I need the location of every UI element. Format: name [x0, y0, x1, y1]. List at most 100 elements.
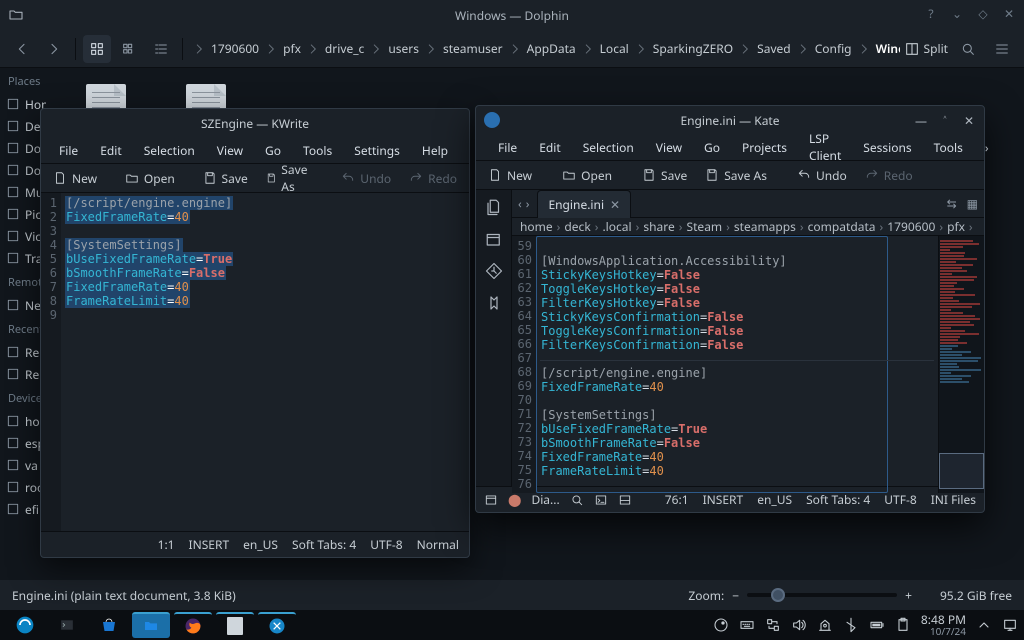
search-button[interactable]: [954, 35, 982, 63]
new-button[interactable]: New: [45, 166, 105, 190]
code-area[interactable]: [WindowsApplication.Accessibility]Sticky…: [536, 236, 888, 493]
dolphin-titlebar[interactable]: Windows — Dolphin ? ⌄ ◇ ✕: [0, 0, 1024, 30]
menu-item[interactable]: File: [488, 135, 527, 160]
crumb[interactable]: pfx: [947, 218, 965, 235]
menu-item[interactable]: Selection: [573, 135, 644, 160]
terminal-icon[interactable]: [594, 493, 608, 507]
menu-overflow-icon[interactable]: ›: [975, 135, 999, 160]
kwrite-menubar[interactable]: FileEditSelectionViewGoToolsSettingsHelp: [41, 137, 469, 163]
menu-button[interactable]: [988, 35, 1016, 63]
battery-icon[interactable]: [869, 617, 885, 633]
help-icon[interactable]: ?: [922, 5, 940, 22]
save-button[interactable]: Save: [195, 166, 256, 190]
kwrite-editor[interactable]: 123456789 [/script/engine.engine]FixedFr…: [41, 193, 469, 531]
redo-button[interactable]: Redo: [401, 166, 465, 190]
maximize-icon[interactable]: ◇: [974, 5, 992, 22]
kate-window[interactable]: Engine.ini — Kate — ˄ ✕ FileEditSelectio…: [475, 105, 985, 513]
output-icon[interactable]: [484, 493, 498, 507]
menu-item[interactable]: Help: [412, 138, 458, 163]
close-icon[interactable]: ✕: [1000, 5, 1018, 22]
kwrite-title[interactable]: SZEngine — KWrite: [41, 109, 469, 137]
clock[interactable]: 8:48 PM 10/7/24: [921, 613, 966, 637]
minimize-icon[interactable]: ⌄: [948, 5, 966, 22]
save-button[interactable]: Save: [634, 163, 695, 187]
undo-button[interactable]: Undo: [789, 163, 855, 187]
menu-item[interactable]: Projects: [732, 135, 797, 160]
crumb[interactable]: Windows: [855, 38, 900, 59]
crumb[interactable]: SparkingZERO: [632, 38, 736, 59]
bluetooth-icon[interactable]: [843, 617, 859, 633]
menu-item[interactable]: View: [207, 138, 253, 163]
kate-title[interactable]: Engine.ini — Kate: [476, 106, 984, 134]
steam-icon[interactable]: [713, 617, 729, 633]
tab-engine-ini[interactable]: Engine.ini ✕: [537, 190, 631, 218]
clipboard-icon[interactable]: [895, 617, 911, 633]
menu-item[interactable]: Go: [255, 138, 291, 163]
menu-item[interactable]: Edit: [90, 138, 131, 163]
crumb[interactable]: 1790600: [887, 218, 935, 235]
kwrite-window[interactable]: SZEngine — KWrite FileEditSelectionViewG…: [40, 108, 470, 558]
crumb[interactable]: steamapps: [734, 218, 796, 235]
minimize-icon[interactable]: —: [914, 112, 928, 129]
menu-item[interactable]: Go: [694, 135, 730, 160]
zoom-slider[interactable]: [747, 593, 897, 597]
forward-button[interactable]: [40, 35, 68, 63]
crumb[interactable]: home: [520, 218, 553, 235]
crumb[interactable]: steamuser: [422, 38, 506, 59]
close-icon[interactable]: ✕: [962, 112, 976, 129]
menu-item[interactable]: Settings: [344, 138, 410, 163]
undo-button[interactable]: Undo: [333, 166, 399, 190]
crumb[interactable]: compatdata: [808, 218, 876, 235]
menu-item[interactable]: Selection: [134, 138, 205, 163]
view-details-button[interactable]: [147, 35, 175, 63]
start-button[interactable]: [6, 612, 44, 638]
git-icon[interactable]: [485, 262, 503, 280]
open-button[interactable]: Open: [554, 163, 620, 187]
crumb[interactable]: AppData: [506, 38, 579, 59]
redo-button[interactable]: Redo: [857, 163, 921, 187]
volume-icon[interactable]: [791, 617, 807, 633]
crumb[interactable]: pfx: [262, 38, 304, 59]
brightness-icon[interactable]: [817, 617, 833, 633]
menu-item[interactable]: Tools: [924, 135, 973, 160]
crumb[interactable]: .local: [602, 218, 631, 235]
zoom-in-icon[interactable]: +: [905, 587, 912, 604]
kate-menubar[interactable]: FileEditSelectionViewGoProjectsLSP Clien…: [476, 134, 984, 160]
crumb[interactable]: share: [643, 218, 674, 235]
diagnostics[interactable]: Dia...: [531, 491, 559, 508]
kate-breadcrumb[interactable]: home›deck›.local›share›Steam›steamapps›c…: [512, 218, 984, 236]
task-kwrite[interactable]: [216, 612, 254, 638]
crumb[interactable]: Local: [579, 38, 632, 59]
task-dolphin[interactable]: [132, 612, 170, 638]
crumb[interactable]: users: [367, 38, 422, 59]
symbols-icon[interactable]: [485, 294, 503, 312]
menu-item[interactable]: File: [49, 138, 88, 163]
task-terminal[interactable]: [48, 612, 86, 638]
projects-icon[interactable]: [485, 230, 503, 248]
saveas-button[interactable]: Save As: [258, 166, 322, 190]
task-firefox[interactable]: [174, 612, 212, 638]
back-button[interactable]: [8, 35, 36, 63]
search-icon[interactable]: [570, 493, 584, 507]
crumb[interactable]: 1790600: [190, 38, 262, 59]
view-icons-button[interactable]: [83, 35, 111, 63]
tab-forward-icon[interactable]: ›: [526, 195, 530, 212]
network-icon[interactable]: [765, 617, 781, 633]
minimap[interactable]: [938, 236, 984, 493]
taskbar[interactable]: 8:48 PM 10/7/24: [0, 610, 1024, 640]
split-icon[interactable]: ⇆: [947, 195, 957, 212]
menu-item[interactable]: Edit: [529, 135, 570, 160]
saveas-button[interactable]: Save As: [697, 163, 775, 187]
split-button[interactable]: Split: [904, 40, 949, 57]
crumb[interactable]: Config: [794, 38, 855, 59]
menu-item[interactable]: Tools: [293, 138, 342, 163]
zoom-out-icon[interactable]: −: [732, 587, 739, 604]
menu-item[interactable]: Sessions: [853, 135, 921, 160]
keyboard-icon[interactable]: [739, 617, 755, 633]
crumb[interactable]: deck: [564, 218, 590, 235]
task-kate[interactable]: [258, 612, 296, 638]
kate-editor[interactable]: 596061626364656667686970717273747576 [Wi…: [512, 236, 984, 493]
tab-back-icon[interactable]: ‹: [518, 195, 522, 212]
open-button[interactable]: Open: [117, 166, 183, 190]
crumb[interactable]: Steam: [687, 218, 723, 235]
